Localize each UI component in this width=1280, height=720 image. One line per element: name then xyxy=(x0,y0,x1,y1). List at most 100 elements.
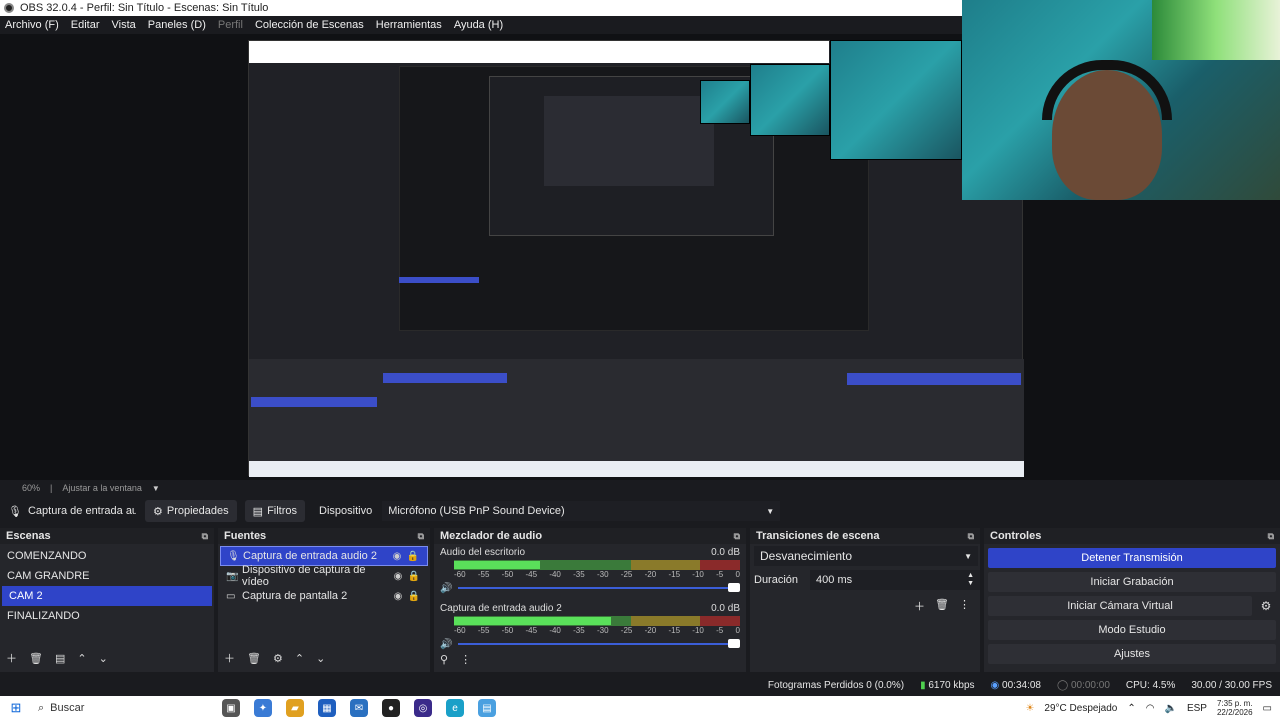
chevron-down-icon: ▼ xyxy=(766,506,775,516)
filters-button[interactable]: ▤ Filtros xyxy=(244,500,306,522)
scenes-title: Escenas xyxy=(6,530,51,542)
menu-ayuda[interactable]: Ayuda (H) xyxy=(454,19,503,31)
webcam-feed xyxy=(962,0,1280,200)
edge-icon[interactable]: e xyxy=(446,699,464,717)
controls-title: Controles xyxy=(990,530,1042,542)
meter-ticks: -60 -55 -50 -45 -40 -35 -30 -25 -20 -15 -10 -5 0 xyxy=(454,570,740,579)
zoom-bar: 60% | Ajustar a la ventana ▼ xyxy=(0,480,1280,496)
clock-time: 7:35 p. m. xyxy=(1216,699,1253,708)
undock-icon[interactable]: ⧉ xyxy=(968,531,974,542)
add-icon[interactable]: ＋ xyxy=(224,650,235,666)
virtual-cam-button[interactable]: Iniciar Cámara Virtual xyxy=(988,596,1252,616)
chevron-up-icon[interactable]: ⌃ xyxy=(1127,703,1135,714)
trash-icon[interactable]: 🗑 xyxy=(247,652,261,665)
copilot-icon[interactable]: ✦ xyxy=(254,699,272,717)
lock-icon[interactable]: 🔒 xyxy=(406,591,422,602)
more-icon[interactable]: ⋮ xyxy=(959,598,970,614)
start-record-button[interactable]: Iniciar Grabación xyxy=(988,572,1276,592)
volume-meter xyxy=(454,560,740,570)
settings-button[interactable]: Ajustes xyxy=(988,644,1276,664)
taskbar-search[interactable]: ⌕ Buscar xyxy=(32,702,162,715)
notification-icon[interactable]: ▭ xyxy=(1263,703,1272,714)
zoom-caret-icon[interactable]: ▼ xyxy=(152,484,160,493)
slider-handle[interactable] xyxy=(728,639,740,648)
speaker-icon[interactable]: 🔊 xyxy=(440,639,452,650)
file-explorer-icon[interactable]: ▰ xyxy=(286,699,304,717)
filter-icon[interactable]: ▤ xyxy=(55,652,65,665)
mixer-channel: Audio del escritorio 0.0 dB -60 -55 -50 -45… xyxy=(434,544,746,596)
scene-item[interactable]: FINALIZANDO xyxy=(0,606,214,626)
source-item-selected[interactable]: 🎙 Captura de entrada audio 2 ◉ 🔒 xyxy=(220,546,428,566)
app-icon[interactable]: ▤ xyxy=(478,699,496,717)
link-icon[interactable]: ⚲ xyxy=(440,653,448,666)
wifi-icon[interactable]: ◠ xyxy=(1146,703,1155,714)
nested-source-sel xyxy=(383,373,507,383)
undock-icon[interactable]: ⧉ xyxy=(1268,531,1274,542)
system-tray: ☀ 29°C Despejado ⌃ ◠ 🔈 ESP 7:35 p. m. 22… xyxy=(1025,699,1280,717)
properties-button[interactable]: ⚙ Propiedades xyxy=(145,500,237,522)
duration-input[interactable]: 400 ms ▲ ▼ xyxy=(810,570,980,590)
menu-vista[interactable]: Vista xyxy=(112,19,136,31)
stop-stream-button[interactable]: Detener Transmisión xyxy=(988,548,1276,568)
scene-item[interactable]: CAM GRANDRE xyxy=(0,566,214,586)
app-icon[interactable]: ◎ xyxy=(414,699,432,717)
nested-menubar xyxy=(249,41,829,63)
lock-icon[interactable]: 🔒 xyxy=(405,551,421,562)
zoom-fit[interactable]: Ajustar a la ventana xyxy=(62,483,142,493)
menu-coleccion[interactable]: Colección de Escenas xyxy=(255,19,364,31)
add-icon[interactable]: ＋ xyxy=(6,650,17,666)
trash-icon[interactable]: 🗑 xyxy=(935,598,949,614)
weather-text[interactable]: 29°C Despejado xyxy=(1044,703,1117,714)
trash-icon[interactable]: 🗑 xyxy=(29,652,43,665)
gear-icon[interactable]: ⚙ xyxy=(1256,596,1276,616)
scenes-header: Escenas ⧉ xyxy=(0,528,214,544)
eye-icon[interactable]: ◉ xyxy=(390,591,406,602)
more-icon[interactable]: ⋮ xyxy=(460,653,471,666)
slider-handle[interactable] xyxy=(728,583,740,592)
clock[interactable]: 7:35 p. m. 22/2/2026 xyxy=(1217,699,1253,717)
volume-slider[interactable] xyxy=(458,639,740,648)
task-view-icon[interactable]: ▣ xyxy=(222,699,240,717)
menu-paneles[interactable]: Paneles (D) xyxy=(148,19,206,31)
eye-icon[interactable]: ◉ xyxy=(390,571,406,582)
mixer-title: Mezclador de audio xyxy=(440,530,543,542)
menu-perfil[interactable]: Perfil xyxy=(218,19,243,31)
sources-dock: Fuentes ⧉ 🎙 Captura de entrada audio 2 ◉… xyxy=(218,528,430,672)
speaker-icon[interactable]: 🔊 xyxy=(440,583,452,594)
spin-icon[interactable]: ▲ ▼ xyxy=(967,572,974,588)
speaker-icon[interactable]: 🔈 xyxy=(1164,703,1176,714)
zoom-level[interactable]: 60% xyxy=(22,483,40,493)
source-item[interactable]: ▭ Captura de pantalla 2 ◉ 🔒 xyxy=(220,586,428,606)
windows-start-icon[interactable]: ⊞ xyxy=(0,700,32,716)
lock-icon[interactable]: 🔒 xyxy=(406,571,422,582)
gear-icon[interactable]: ⚙ xyxy=(273,652,283,665)
undock-icon[interactable]: ⧉ xyxy=(202,531,208,542)
menu-herramientas[interactable]: Herramientas xyxy=(376,19,442,31)
studio-mode-button[interactable]: Modo Estudio xyxy=(988,620,1276,640)
store-icon[interactable]: ▦ xyxy=(318,699,336,717)
obs-taskbar-icon[interactable]: ● xyxy=(382,699,400,717)
source-item[interactable]: 📷 Dispositivo de captura de vídeo ◉ 🔒 xyxy=(220,564,428,588)
menu-archivo[interactable]: Archivo (F) xyxy=(5,19,59,31)
microphone-icon: 🎙 xyxy=(8,505,22,518)
window-title: OBS 32.0.4 - Perfil: Sin Título - Escena… xyxy=(20,2,269,14)
eye-icon[interactable]: ◉ xyxy=(389,551,405,562)
lang-indicator[interactable]: ESP xyxy=(1187,703,1207,714)
nested-stop-btn xyxy=(847,373,1021,385)
undock-icon[interactable]: ⧉ xyxy=(734,531,740,542)
menu-editar[interactable]: Editar xyxy=(71,19,100,31)
chevron-up-icon[interactable]: ⌃ xyxy=(295,652,304,665)
chevron-down-icon[interactable]: ⌄ xyxy=(99,652,108,665)
volume-slider[interactable] xyxy=(458,583,740,592)
chevron-down-icon[interactable]: ⌄ xyxy=(316,652,325,665)
undock-icon[interactable]: ⧉ xyxy=(418,531,424,542)
search-label: Buscar xyxy=(50,702,85,714)
chevron-up-icon[interactable]: ⌃ xyxy=(77,652,86,665)
device-select[interactable]: Micrófono (USB PnP Sound Device) ▼ xyxy=(382,501,781,521)
mail-icon[interactable]: ✉ xyxy=(350,699,368,717)
scene-item-selected[interactable]: CAM 2 xyxy=(2,586,212,606)
device-value: Micrófono (USB PnP Sound Device) xyxy=(388,505,565,517)
scene-item[interactable]: COMENZANDO xyxy=(0,546,214,566)
transition-select[interactable]: Desvanecimiento ▼ xyxy=(754,546,978,566)
add-icon[interactable]: ＋ xyxy=(914,598,925,614)
